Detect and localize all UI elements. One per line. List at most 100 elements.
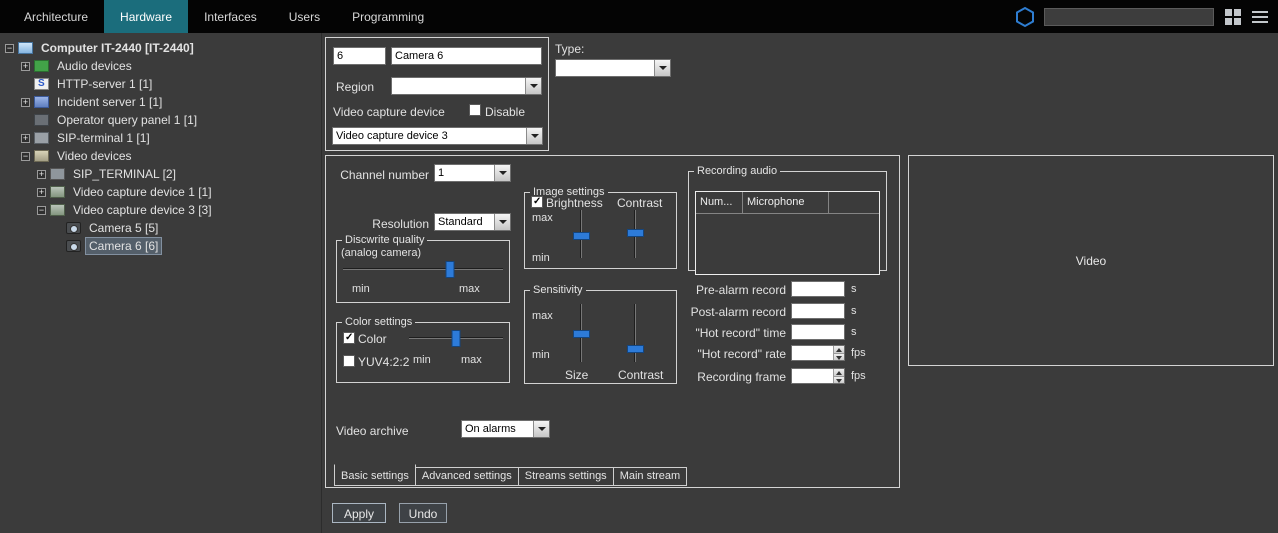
menubar: Architecture Hardware Interfaces Users P…	[0, 0, 1278, 33]
slider-thumb[interactable]	[627, 229, 644, 237]
tab-streams-settings[interactable]: Streams settings	[518, 467, 614, 486]
recording-audio-group: Recording audio Num... Microphone	[688, 165, 887, 271]
tree-item-audio-devices[interactable]: Audio devices	[0, 57, 321, 75]
menu-item-architecture[interactable]: Architecture	[8, 0, 104, 33]
tab-main-stream[interactable]: Main stream	[613, 467, 688, 486]
tree-item-label: Incident server 1 [1]	[54, 94, 165, 110]
channel-number-combo[interactable]: 1	[434, 164, 511, 182]
slider-thumb[interactable]	[573, 330, 590, 338]
tree-item-label: HTTP-server 1 [1]	[54, 76, 155, 92]
discwrite-quality-group: Discwrite quality (analog camera) min ma…	[336, 234, 510, 303]
settings-panel: Channel number 1 Resolution Standard Dis…	[325, 155, 900, 488]
tree-item-computer[interactable]: Computer IT-2440 [IT-2440]	[0, 39, 321, 57]
max-label: max	[459, 283, 480, 295]
image-settings-group: Image settings Brightness Contrast max m…	[524, 186, 677, 269]
tree-item-capture-device-1[interactable]: Video capture device 1 [1]	[0, 183, 321, 201]
tree-item-label: Camera 6 [6]	[86, 238, 161, 254]
tree-item-http-server[interactable]: HTTP-server 1 [1]	[0, 75, 321, 93]
color-checkbox[interactable]	[343, 332, 355, 344]
type-combo[interactable]	[555, 59, 671, 77]
apply-button[interactable]: Apply	[332, 503, 386, 523]
layout-grid-icon[interactable]	[1222, 6, 1244, 28]
video-archive-value: On alarms	[462, 421, 533, 437]
image-contrast-slider[interactable]	[627, 210, 644, 258]
hot-record-time-label: "Hot record" time	[646, 326, 786, 340]
tree-expander[interactable]	[5, 44, 14, 53]
spin-up-icon[interactable]	[834, 346, 844, 354]
device-name-input[interactable]	[391, 47, 542, 65]
slider-thumb[interactable]	[627, 345, 644, 353]
sensitivity-size-slider[interactable]	[573, 304, 590, 362]
menu-item-hardware[interactable]: Hardware	[104, 0, 188, 33]
hot-record-rate-label: "Hot record" rate	[646, 347, 786, 361]
tree-item-camera-6[interactable]: Camera 6 [6]	[0, 237, 321, 255]
column-header-microphone[interactable]: Microphone	[743, 192, 829, 213]
sensitivity-legend: Sensitivity	[530, 284, 586, 296]
unit-label: fps	[851, 347, 866, 359]
tree-expander[interactable]	[21, 134, 30, 143]
yuv-checkbox[interactable]	[343, 355, 355, 367]
capture-device-label: Video capture device	[333, 105, 445, 119]
tree-expander[interactable]	[21, 98, 30, 107]
sensitivity-contrast-slider[interactable]	[627, 304, 644, 362]
menu-item-users[interactable]: Users	[273, 0, 336, 33]
dropdown-arrow-icon	[525, 78, 541, 94]
http-server-icon	[34, 78, 49, 90]
hamburger-menu-icon[interactable]	[1252, 6, 1268, 28]
region-combo[interactable]	[391, 77, 542, 95]
sip-terminal-device-icon	[50, 168, 65, 180]
menu-item-interfaces[interactable]: Interfaces	[188, 0, 273, 33]
spin-down-icon[interactable]	[834, 377, 844, 384]
pre-alarm-record-label: Pre-alarm record	[646, 283, 786, 297]
search-input[interactable]	[1044, 8, 1214, 26]
analog-camera-label: (analog camera)	[341, 247, 421, 259]
computer-icon	[18, 42, 33, 54]
dropdown-arrow-icon	[533, 421, 549, 437]
tree-item-sip-terminal[interactable]: SIP-terminal 1 [1]	[0, 129, 321, 147]
unit-label: fps	[851, 370, 866, 382]
tree-expander[interactable]	[37, 188, 46, 197]
tab-advanced-settings[interactable]: Advanced settings	[415, 467, 519, 486]
sip-terminal-icon	[34, 132, 49, 144]
resolution-combo[interactable]: Standard	[434, 213, 511, 231]
spin-down-icon[interactable]	[834, 354, 844, 361]
post-alarm-record-field	[791, 303, 845, 319]
post-alarm-record-input[interactable]	[792, 305, 844, 319]
brightness-slider[interactable]	[573, 210, 590, 258]
menu-item-programming[interactable]: Programming	[336, 0, 440, 33]
video-archive-combo[interactable]: On alarms	[461, 420, 550, 438]
unit-label: s	[851, 326, 857, 338]
color-slider[interactable]	[409, 330, 503, 347]
region-combo-value	[392, 78, 525, 94]
capture-device-combo[interactable]: Video capture device 3	[332, 127, 543, 145]
tab-basic-settings[interactable]: Basic settings	[334, 464, 416, 486]
tree-item-video-devices[interactable]: Video devices	[0, 147, 321, 165]
discwrite-quality-slider[interactable]	[343, 261, 503, 278]
tree-item-incident-server[interactable]: Incident server 1 [1]	[0, 93, 321, 111]
tree-expander[interactable]	[21, 62, 30, 71]
hot-record-time-input[interactable]	[792, 326, 844, 340]
dropdown-arrow-icon	[654, 60, 670, 76]
brightness-checkbox[interactable]	[531, 196, 543, 208]
tree-item-sip-terminal-device[interactable]: SIP_TERMINAL [2]	[0, 165, 321, 183]
tree-expander[interactable]	[37, 170, 46, 179]
spin-up-icon[interactable]	[834, 369, 844, 377]
region-label: Region	[336, 80, 374, 94]
tree-item-capture-device-3[interactable]: Video capture device 3 [3]	[0, 201, 321, 219]
undo-button[interactable]: Undo	[399, 503, 447, 523]
disable-checkbox[interactable]	[469, 104, 481, 116]
video-preview-panel: Video	[908, 155, 1274, 366]
topbar-right	[1014, 0, 1278, 33]
tree-item-camera-5[interactable]: Camera 5 [5]	[0, 219, 321, 237]
tree-expander[interactable]	[37, 206, 46, 215]
slider-thumb[interactable]	[573, 232, 590, 240]
tree-expander[interactable]	[21, 152, 30, 161]
tree-item-operator-query-panel[interactable]: Operator query panel 1 [1]	[0, 111, 321, 129]
max-label: max	[532, 212, 553, 224]
slider-thumb[interactable]	[446, 261, 455, 278]
pre-alarm-record-input[interactable]	[792, 283, 844, 297]
device-id-input[interactable]	[333, 47, 386, 65]
column-header-num[interactable]: Num...	[696, 192, 743, 213]
slider-thumb[interactable]	[452, 330, 461, 347]
tree-item-label: Video capture device 1 [1]	[70, 184, 215, 200]
